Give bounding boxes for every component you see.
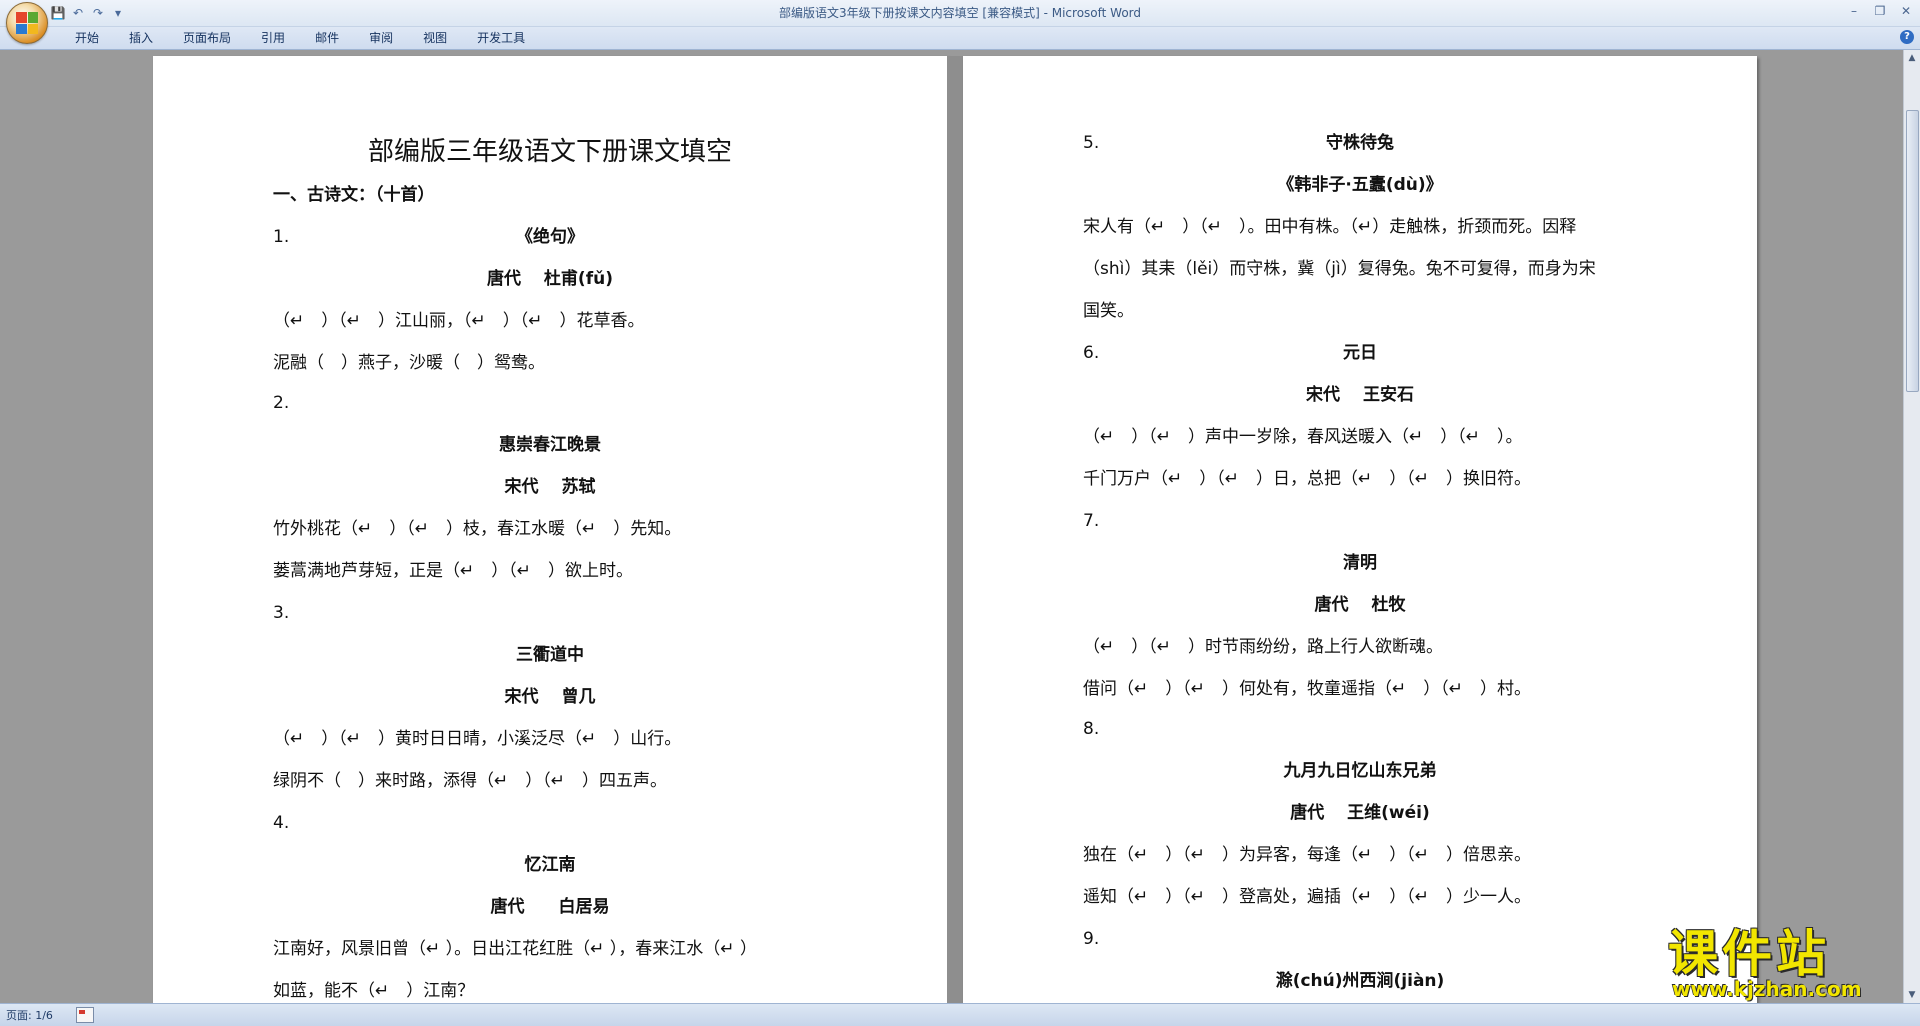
watermark-url: www.kjzhan.com (1672, 977, 1862, 1001)
poem-line: 泥融（ ）燕子，沙暖（ ）鸳鸯。 (273, 353, 545, 373)
poem-title: 清明 (1343, 553, 1377, 573)
tab-page-layout[interactable]: 页面布局 (168, 30, 246, 47)
poem-number: 9. (1083, 929, 1100, 949)
poem-title: 《绝句》 (516, 227, 584, 247)
site-watermark: 课件站 www.kjzhan.com (1668, 928, 1900, 1000)
poem-number: 8. (1083, 719, 1100, 739)
status-bar: 页面: 1/6 (0, 1003, 1920, 1026)
poem-line: （shì）其耒（lěi）而守株，冀（jì）复得兔。兔不可复得，而身为宋 (1083, 259, 1596, 279)
tab-developer[interactable]: 开发工具 (462, 30, 540, 47)
ribbon-tabs-bar: 开始 插入 页面布局 引用 邮件 审阅 视图 开发工具 ? (0, 27, 1920, 50)
document-page-1[interactable]: 部编版三年级语文下册课文填空 一、古诗文：（十首） 1. 《绝句》 唐代 杜甫(… (153, 56, 947, 1003)
poem-line: 独在（↵ ）（↵ ）为异客，每逢（↵ ）（↵ ）倍思亲。 (1083, 845, 1531, 865)
scrollbar-thumb[interactable] (1906, 110, 1919, 392)
poem-line: 遥知（↵ ）（↵ ）登高处，遍插（↵ ）（↵ ）少一人。 (1083, 887, 1531, 907)
minimize-button[interactable]: – (1844, 2, 1864, 20)
proofing-icon[interactable] (76, 1007, 94, 1023)
window-controls: – ❐ ✕ (1844, 2, 1916, 20)
poem-number: 7. (1083, 511, 1100, 531)
section-heading: 一、古诗文：（十首） (273, 185, 435, 205)
poem-title: 九月九日忆山东兄弟 (1283, 761, 1437, 781)
page-indicator[interactable]: 页面: 1/6 (6, 1007, 53, 1023)
poem-author: 宋代 苏轼 (504, 477, 596, 497)
document-page-2[interactable]: 5. 守株待兔 《韩非子·五蠹(dù)》 宋人有（↵ ）（↵ ）。田中有株。（↵… (963, 56, 1757, 1003)
poem-line: （↵ ）（↵ ）时节雨纷纷，路上行人欲断魂。 (1083, 637, 1443, 657)
tab-mailings[interactable]: 邮件 (300, 30, 354, 47)
poem-author: 唐代 王维(wéi) (1290, 803, 1430, 823)
poem-line: 借问（↵ ）（↵ ）何处有，牧童遥指（↵ ）（↵ ）村。 (1083, 679, 1531, 699)
office-logo-icon (16, 12, 38, 34)
poem-line: 宋人有（↵ ）（↵ ）。田中有株。（↵）走触株，折颈而死。因释 (1083, 217, 1577, 237)
poem-title: 元日 (1343, 343, 1377, 363)
tab-home[interactable]: 开始 (60, 30, 114, 47)
poem-author: 宋代 王安石 (1306, 385, 1414, 405)
office-button[interactable] (6, 2, 48, 44)
poem-line: 国笑。 (1083, 301, 1134, 321)
poem-author: 唐代 白居易 (490, 897, 610, 917)
poem-number: 3. (273, 603, 290, 623)
document-workspace[interactable]: 部编版三年级语文下册课文填空 一、古诗文：（十首） 1. 《绝句》 唐代 杜甫(… (0, 50, 1904, 1003)
poem-author: 唐代 杜牧 (1314, 595, 1406, 615)
scroll-up-icon[interactable]: ▲ (1904, 50, 1920, 66)
poem-number: 4. (273, 813, 290, 833)
scroll-down-icon[interactable]: ▼ (1904, 987, 1920, 1003)
watermark-name: 课件站 (1668, 925, 1830, 983)
window-title: 部编版语文3年级下册按课文内容填空 [兼容模式] - Microsoft Wor… (778, 6, 1142, 20)
poem-title: 忆江南 (524, 855, 576, 875)
tab-references[interactable]: 引用 (246, 30, 300, 47)
poem-author: 宋代 曾几 (504, 687, 596, 707)
poem-line: 竹外桃花（↵ ）（↵ ）枝，春江水暖（↵ ）先知。 (273, 519, 682, 539)
restore-button[interactable]: ❐ (1870, 2, 1890, 20)
vertical-scrollbar[interactable]: ▲ ▼ (1903, 50, 1920, 1003)
tab-view[interactable]: 视图 (408, 30, 462, 47)
poem-line: 江南好，风景旧曾（↵ ）。日出江花红胜（↵ ），春来江水（↵ ） (273, 939, 757, 959)
help-icon[interactable]: ? (1900, 30, 1914, 44)
poem-line: （↵ ）（↵ ）声中一岁除，春风送暖入（↵ ）（↵ ）。 (1083, 427, 1523, 447)
poem-title: 三衢道中 (516, 645, 584, 665)
poem-line: （↵ ）（↵ ）黄时日日晴，小溪泛尽（↵ ）山行。 (273, 729, 682, 749)
poem-line: 千门万户（↵ ）（↵ ）日，总把（↵ ）（↵ ）换旧符。 (1083, 469, 1531, 489)
tab-insert[interactable]: 插入 (114, 30, 168, 47)
poem-title: 滁(chú)州西涧(jiàn) (1275, 971, 1445, 991)
poem-line: 如蓝，能不（↵ ）江南？ (273, 981, 475, 1001)
poem-line: （↵ ）（↵ ）江山丽，（↵ ）（↵ ）花草香。 (273, 311, 645, 331)
tab-review[interactable]: 审阅 (354, 30, 408, 47)
poem-title: 守株待兔 (1326, 133, 1394, 153)
poem-title: 惠崇春江晚景 (499, 435, 601, 455)
title-bar: 💾 ↶ ↷ ▾ 部编版语文3年级下册按课文内容填空 [兼容模式] - Micro… (0, 0, 1920, 44)
poem-number: 2. (273, 393, 290, 413)
poem-author: 《韩非子·五蠹(dù)》 (1277, 175, 1443, 195)
poem-author: 唐代 杜甫(fǔ) (487, 269, 613, 289)
close-button[interactable]: ✕ (1896, 2, 1916, 20)
poem-line: 绿阴不（ ）来时路，添得（↵ ）（↵ ）四五声。 (273, 771, 667, 791)
poem-line: 蒌蒿满地芦芽短，正是（↵ ）（↵ ）欲上时。 (273, 561, 633, 581)
document-title: 部编版三年级语文下册课文填空 (367, 137, 732, 167)
page-divider (947, 56, 963, 1003)
